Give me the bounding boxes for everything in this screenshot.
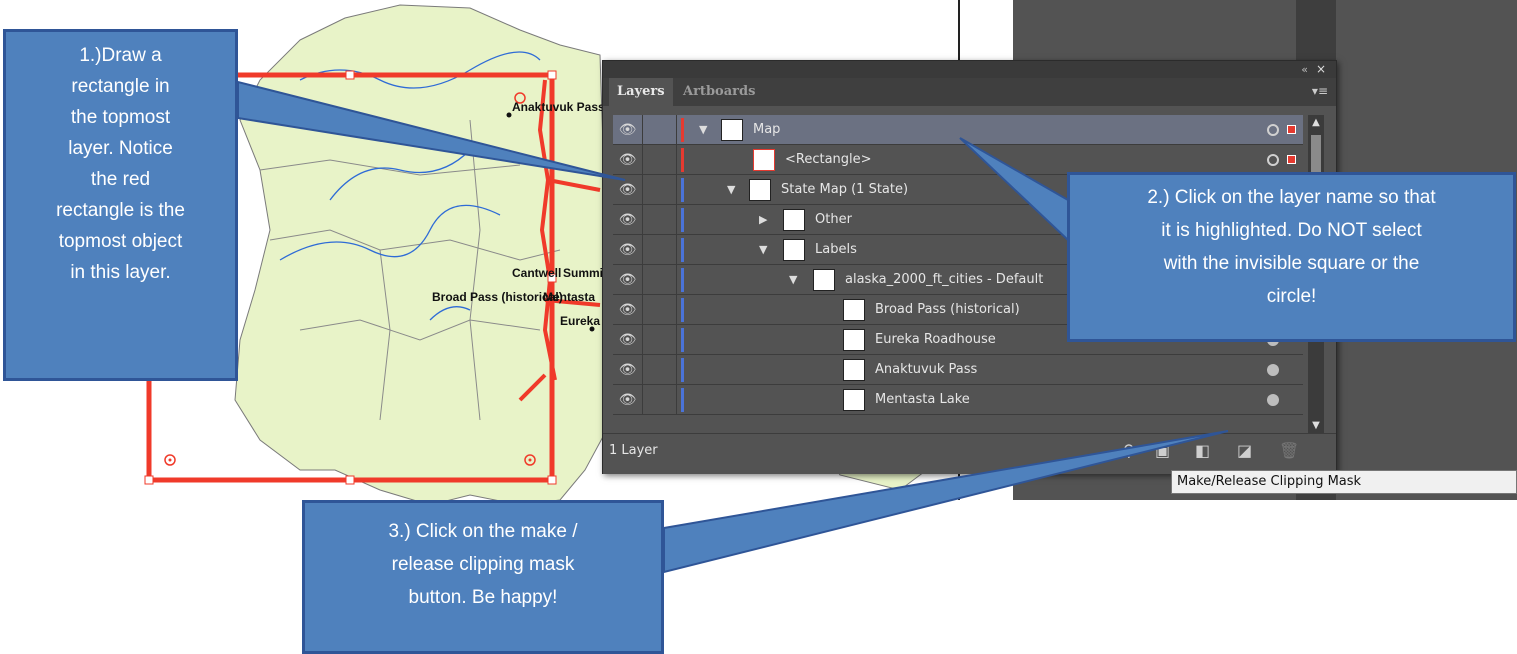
callout3-pointer	[663, 430, 1229, 574]
callout-step-1: 1.)Draw a rectangle in the topmost layer…	[3, 29, 238, 381]
callout-step-3-text: 3.) Click on the make / release clipping…	[388, 521, 578, 608]
callout2-pointer	[959, 137, 1069, 243]
callout-step-2-text: 2.) Click on the layer name so that it i…	[1147, 187, 1436, 307]
callout-step-1-text: 1.)Draw a rectangle in the topmost layer…	[56, 45, 185, 283]
callout-step-2: 2.) Click on the layer name so that it i…	[1067, 172, 1516, 342]
callout-step-3: 3.) Click on the make / release clipping…	[302, 500, 664, 654]
callout1-pointer	[237, 80, 626, 181]
